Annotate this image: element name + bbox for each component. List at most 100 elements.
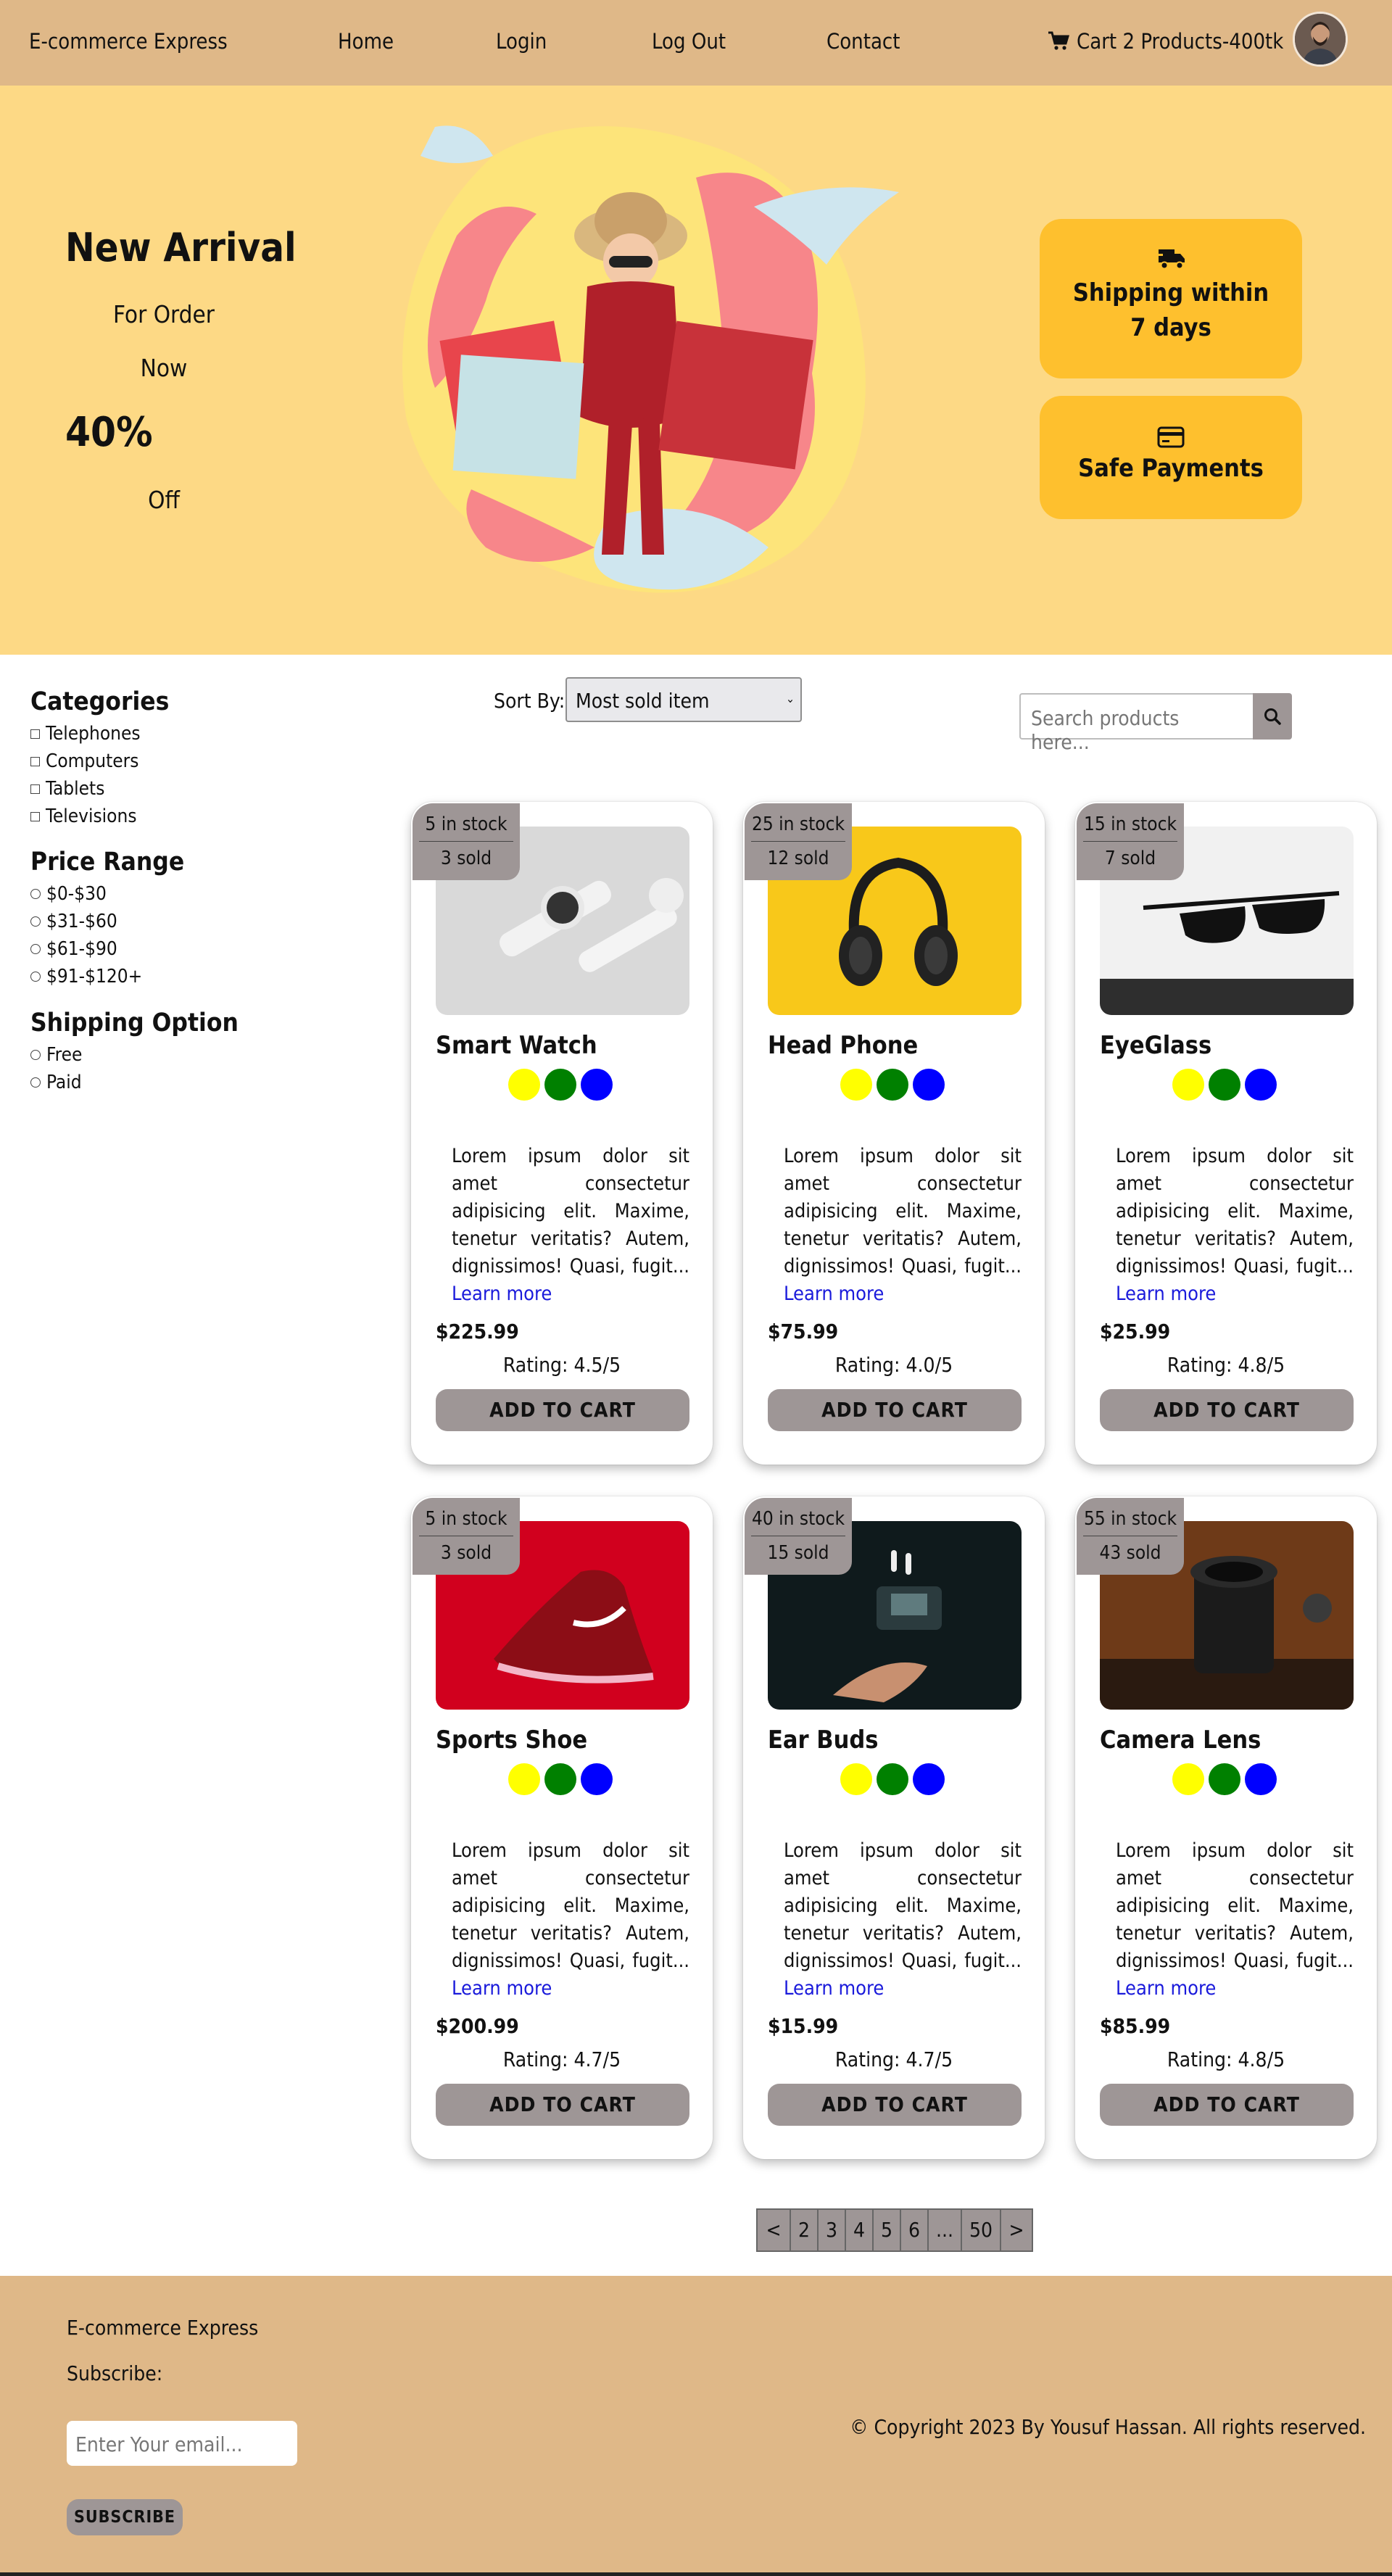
email-input[interactable]: Enter Your email...: [67, 2421, 297, 2466]
page-prev[interactable]: <: [758, 2210, 791, 2250]
footer-brand[interactable]: E-commerce Express: [67, 2316, 258, 2340]
price-option-2[interactable]: $31-$60: [30, 911, 117, 932]
swatch-blue[interactable]: [1245, 1763, 1277, 1795]
page-next[interactable]: >: [1001, 2210, 1032, 2250]
product-rating: Rating: 4.7/5: [502, 2047, 621, 2071]
learn-more-link[interactable]: Learn more: [784, 1977, 884, 2000]
shipping-paid[interactable]: Paid: [30, 1072, 82, 1093]
nav-contact[interactable]: Contact: [826, 29, 900, 54]
add-to-cart-button[interactable]: ADD TO CART: [768, 2084, 1022, 2126]
checkbox[interactable]: [30, 784, 40, 794]
swatch-green[interactable]: [1209, 1069, 1240, 1101]
swatch-blue[interactable]: [581, 1069, 613, 1101]
price-range-heading: Price Range: [30, 848, 185, 877]
category-computers[interactable]: Computers: [30, 750, 138, 772]
category-telephones[interactable]: Telephones: [30, 723, 141, 745]
add-to-cart-button[interactable]: ADD TO CART: [436, 2084, 689, 2126]
swatch-blue[interactable]: [913, 1069, 945, 1101]
swatch-yellow[interactable]: [1172, 1069, 1204, 1101]
shipping-label: Free: [46, 1044, 83, 1066]
swatch-green[interactable]: [877, 1069, 908, 1101]
stock-count: 5 in stock: [419, 813, 513, 842]
add-to-cart-button[interactable]: ADD TO CART: [768, 1389, 1022, 1431]
product-price: $200.99: [436, 2014, 519, 2038]
nav-logout[interactable]: Log Out: [652, 29, 726, 54]
swatch-blue[interactable]: [913, 1763, 945, 1795]
brand-logo[interactable]: E-commerce Express: [29, 29, 228, 54]
swatch-yellow[interactable]: [508, 1069, 540, 1101]
sold-count: 12 sold: [767, 848, 829, 869]
swatch-yellow[interactable]: [840, 1069, 872, 1101]
product-card-camera-lens: 55 in stock 43 sold Camera Lens Lorem ips…: [1075, 1496, 1377, 2159]
swatch-green[interactable]: [1209, 1763, 1240, 1795]
hero-title: New Arrival: [65, 225, 297, 270]
learn-more-link[interactable]: Learn more: [1116, 1283, 1216, 1305]
user-avatar[interactable]: [1293, 12, 1348, 67]
product-description: Lorem ipsum dolor sit amet consectetur a…: [1116, 1837, 1354, 2003]
stock-count: 40 in stock: [751, 1508, 845, 1536]
swatch-green[interactable]: [877, 1763, 908, 1795]
sold-count: 15 sold: [767, 1542, 829, 1564]
nav-login[interactable]: Login: [496, 29, 547, 54]
learn-more-link[interactable]: Learn more: [452, 1283, 552, 1305]
shipping-feature: Shipping within 7 days: [1040, 219, 1302, 378]
page-6[interactable]: 6: [901, 2210, 929, 2250]
learn-more-link[interactable]: Learn more: [1116, 1977, 1216, 2000]
checkbox[interactable]: [30, 756, 40, 766]
price-option-4[interactable]: $91-$120+: [30, 966, 142, 987]
checkbox[interactable]: [30, 811, 40, 821]
checkbox[interactable]: [30, 729, 40, 739]
search-input[interactable]: Search products here...: [1019, 693, 1253, 754]
radio[interactable]: [30, 972, 41, 982]
sort-label: Sort By:: [494, 689, 566, 713]
swatch-yellow[interactable]: [840, 1763, 872, 1795]
nav-home[interactable]: Home: [338, 29, 394, 54]
cart-button[interactable]: Cart 2 Products-400tk: [1048, 29, 1283, 54]
sort-select[interactable]: Most sold item ⌄: [566, 677, 802, 722]
search-button[interactable]: [1253, 693, 1292, 740]
color-swatches: [1172, 1763, 1277, 1795]
category-tablets[interactable]: Tablets: [30, 778, 104, 800]
product-rating: Rating: 4.8/5: [1167, 2047, 1285, 2071]
subscribe-button[interactable]: SUBSCRIBE: [67, 2499, 183, 2535]
avatar-image: [1295, 14, 1346, 65]
price-label: $31-$60: [46, 911, 117, 932]
swatch-blue[interactable]: [1245, 1069, 1277, 1101]
radio[interactable]: [30, 889, 41, 899]
color-swatches: [840, 1069, 945, 1101]
product-description: Lorem ipsum dolor sit amet consectetur a…: [784, 1837, 1022, 2003]
price-option-1[interactable]: $0-$30: [30, 883, 107, 905]
add-to-cart-button[interactable]: ADD TO CART: [436, 1389, 689, 1431]
category-televisions[interactable]: Televisions: [30, 805, 137, 827]
footer: E-commerce Express Subscribe: Enter Your…: [0, 2276, 1392, 2576]
swatch-yellow[interactable]: [508, 1763, 540, 1795]
subscribe-label: Subscribe:: [67, 2361, 163, 2385]
category-label: Telephones: [46, 723, 141, 745]
add-to-cart-button[interactable]: ADD TO CART: [1100, 1389, 1354, 1431]
learn-more-link[interactable]: Learn more: [452, 1977, 552, 2000]
shipping-free[interactable]: Free: [30, 1044, 82, 1066]
swatch-blue[interactable]: [581, 1763, 613, 1795]
radio[interactable]: [30, 944, 41, 954]
shipping-feature-text: Shipping within 7 days: [1072, 278, 1269, 342]
learn-more-link[interactable]: Learn more: [784, 1283, 884, 1305]
product-card-ear-buds: 40 in stock 15 sold Ear Buds Lorem ipsum …: [743, 1496, 1045, 2159]
categories-heading: Categories: [30, 687, 170, 716]
hero-line-2: Now: [140, 354, 188, 382]
swatch-yellow[interactable]: [1172, 1763, 1204, 1795]
stock-badge: 55 in stock 43 sold: [1077, 1498, 1184, 1575]
radio[interactable]: [30, 916, 41, 927]
add-to-cart-button[interactable]: ADD TO CART: [1100, 2084, 1354, 2126]
sold-count: 3 sold: [440, 848, 492, 869]
page-ellipsis: ...: [929, 2210, 962, 2250]
page-50[interactable]: 50: [962, 2210, 1001, 2250]
page-3[interactable]: 3: [819, 2210, 846, 2250]
price-option-3[interactable]: $61-$90: [30, 938, 117, 960]
page-4[interactable]: 4: [846, 2210, 874, 2250]
radio[interactable]: [30, 1050, 41, 1060]
page-5[interactable]: 5: [874, 2210, 901, 2250]
radio[interactable]: [30, 1077, 41, 1088]
swatch-green[interactable]: [544, 1069, 576, 1101]
swatch-green[interactable]: [544, 1763, 576, 1795]
page-2[interactable]: 2: [791, 2210, 819, 2250]
